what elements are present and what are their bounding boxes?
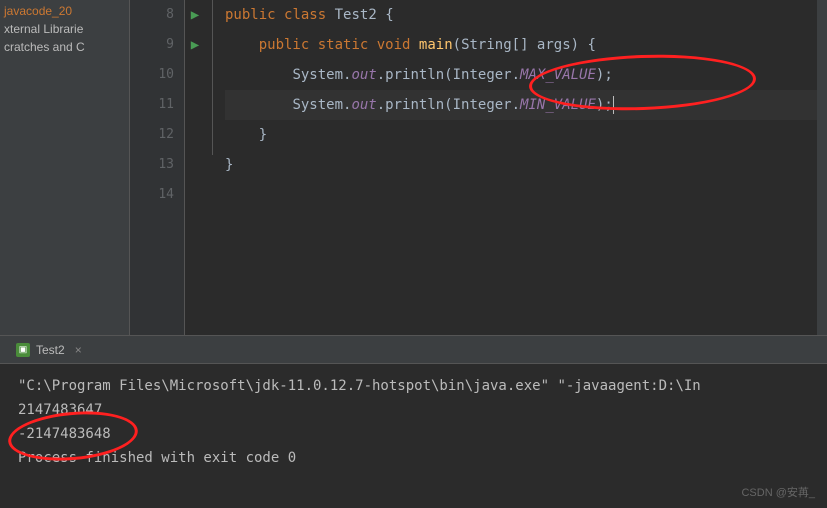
fold-indicator: [212, 0, 213, 155]
code-line-14[interactable]: [225, 180, 827, 210]
editor-area: javacode_20 xternal Librarie cratches an…: [0, 0, 827, 335]
code-line-12[interactable]: }: [225, 120, 827, 150]
code-line-8[interactable]: public class Test2 {: [225, 0, 827, 30]
code-editor[interactable]: 8 9 10 11 12 13 14 ▶ ▶ public class Test…: [130, 0, 827, 335]
watermark: CSDN @安苒_: [741, 484, 815, 500]
line-number: 10: [130, 60, 184, 90]
editor-scrollbar[interactable]: [817, 0, 827, 335]
run-class-icon[interactable]: ▶: [185, 0, 205, 30]
code-line-13[interactable]: }: [225, 150, 827, 180]
console-tab-label: Test2: [36, 343, 65, 357]
line-number: 12: [130, 120, 184, 150]
line-number: 9: [130, 30, 184, 60]
console-output[interactable]: "C:\Program Files\Microsoft\jdk-11.0.12.…: [0, 364, 827, 480]
line-number: 11: [130, 90, 184, 120]
code-line-10[interactable]: System.out.println(Integer.MAX_VALUE);: [225, 60, 827, 90]
project-sidebar: javacode_20 xternal Librarie cratches an…: [0, 0, 130, 335]
sidebar-item-scratches[interactable]: cratches and C: [0, 38, 129, 56]
code-line-9[interactable]: public static void main(String[] args) {: [225, 30, 827, 60]
code-line-11[interactable]: System.out.println(Integer.MIN_VALUE);: [225, 90, 827, 120]
console-output-line: -2147483648: [18, 422, 809, 446]
sidebar-item-project[interactable]: javacode_20: [0, 2, 129, 20]
console-command-line: "C:\Program Files\Microsoft\jdk-11.0.12.…: [18, 374, 809, 398]
console-tab[interactable]: ▣ Test2 ×: [8, 339, 90, 361]
run-gutter: ▶ ▶: [185, 0, 205, 335]
code-content[interactable]: public class Test2 { public static void …: [225, 0, 827, 210]
sidebar-item-libraries[interactable]: xternal Librarie: [0, 20, 129, 38]
run-config-icon: ▣: [16, 343, 30, 357]
line-number-gutter: 8 9 10 11 12 13 14: [130, 0, 185, 335]
text-caret: [613, 96, 614, 114]
console-exit-line: Process finished with exit code 0: [18, 446, 809, 470]
close-tab-icon[interactable]: ×: [75, 343, 82, 357]
line-number: 13: [130, 150, 184, 180]
run-console-panel: ▣ Test2 × "C:\Program Files\Microsoft\jd…: [0, 335, 827, 508]
console-tab-bar: ▣ Test2 ×: [0, 336, 827, 364]
line-number: 8: [130, 0, 184, 30]
run-main-icon[interactable]: ▶: [185, 30, 205, 60]
console-output-line: 2147483647: [18, 398, 809, 422]
line-number: 14: [130, 180, 184, 210]
